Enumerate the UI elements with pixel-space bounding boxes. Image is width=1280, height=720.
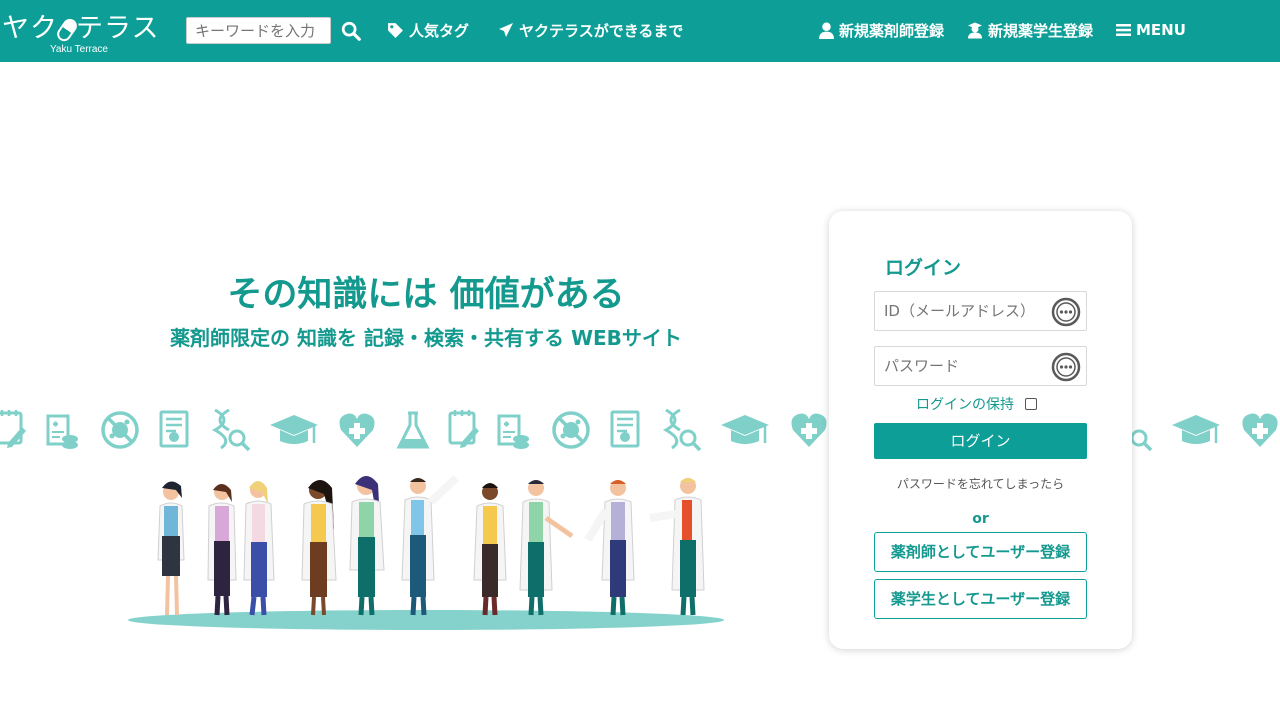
prescription-icon: [46, 414, 80, 451]
nav-student-register[interactable]: 新規薬学生登録: [967, 19, 1093, 41]
document-icon: [159, 410, 189, 448]
nav-popular-tags[interactable]: 人気タグ: [387, 19, 469, 41]
notepad-icon: [448, 408, 481, 450]
password-input[interactable]: [875, 347, 1045, 385]
search-icon[interactable]: [340, 20, 362, 42]
hamburger-icon: [1116, 24, 1131, 36]
flask-icon: [397, 411, 429, 449]
person-1: [157, 481, 185, 616]
logo-text-post: テラス: [76, 13, 160, 44]
logo-text-pre: ヤク: [2, 13, 58, 44]
notepad-icon: [0, 408, 28, 450]
keep-login[interactable]: ログインの保持: [916, 394, 1037, 414]
nav-pharmacist-register-label: 新規薬剤師登録: [839, 21, 945, 40]
password-manager-icon[interactable]: [1051, 352, 1081, 382]
user-icon: [819, 22, 834, 39]
login-card: ログイン ログインの保持 ログイン パスワードを忘れてしまったら or 薬剤師と…: [829, 211, 1132, 649]
id-input[interactable]: [875, 292, 1045, 330]
dna-search-icon: [213, 408, 251, 452]
prescription-icon: [497, 414, 531, 451]
register-student-button[interactable]: 薬学生としてユーザー登録: [874, 579, 1087, 619]
tag-icon: [388, 22, 403, 38]
keep-login-checkbox[interactable]: [1025, 398, 1037, 410]
person-8: [519, 480, 574, 616]
id-field[interactable]: [874, 291, 1087, 331]
register-pharmacist-button[interactable]: 薬剤師としてユーザー登録: [874, 532, 1087, 572]
search-input[interactable]: [186, 17, 331, 44]
person-7: [473, 483, 507, 616]
site-logo[interactable]: ヤク テラス Yaku Terrace: [2, 4, 162, 58]
hero-subtitle: 薬剤師限定の 知識を 記録・検索・共有する WEBサイト: [170, 326, 682, 350]
person-3: [243, 481, 275, 616]
keep-login-label: ログインの保持: [916, 397, 1014, 413]
virus-icon: [101, 411, 139, 449]
heart-plus-icon: [791, 413, 827, 447]
heart-plus-icon: [1242, 413, 1278, 447]
graduation-cap-icon: [268, 413, 320, 446]
graduation-cap-icon: [1170, 413, 1222, 446]
student-icon: [968, 22, 982, 38]
menu-button[interactable]: MENU: [1116, 19, 1186, 41]
nav-pharmacist-register[interactable]: 新規薬剤師登録: [819, 19, 944, 41]
virus-icon: [552, 411, 590, 449]
pharmacists-illustration: [128, 475, 724, 630]
person-6: [401, 475, 459, 616]
person-5: [349, 476, 385, 616]
person-9: [584, 480, 635, 616]
logo-wordmark: ヤク テラス: [2, 6, 159, 45]
person-4: [301, 480, 337, 616]
menu-label: MENU: [1136, 21, 1186, 39]
login-title: ログイン: [885, 257, 962, 279]
password-field[interactable]: [874, 346, 1087, 386]
site-header: ヤクテラス Yaku Terrace 人気タグ ヤクテラスができるまで 新規薬剤…: [0, 0, 1280, 62]
forgot-password-link[interactable]: パスワードを忘れてしまったら: [874, 475, 1087, 492]
person-10: [649, 478, 705, 616]
nav-popular-tags-label: 人気タグ: [409, 21, 470, 40]
graduation-cap-icon: [719, 413, 771, 446]
document-icon: [610, 410, 640, 448]
dna-search-icon: [664, 408, 702, 452]
heart-plus-icon: [339, 413, 375, 447]
or-divider: or: [972, 511, 989, 527]
nav-student-register-label: 新規薬学生登録: [988, 21, 1094, 40]
person-2: [207, 484, 237, 616]
paper-plane-icon: [499, 23, 513, 37]
nav-about[interactable]: ヤクテラスができるまで: [498, 19, 683, 41]
login-button[interactable]: ログイン: [874, 423, 1087, 459]
password-manager-icon[interactable]: [1051, 297, 1081, 327]
hero-title: その知識には 価値がある: [227, 275, 625, 315]
logo-subtitle: Yaku Terrace: [50, 44, 108, 55]
nav-about-label: ヤクテラスができるまで: [519, 21, 684, 40]
